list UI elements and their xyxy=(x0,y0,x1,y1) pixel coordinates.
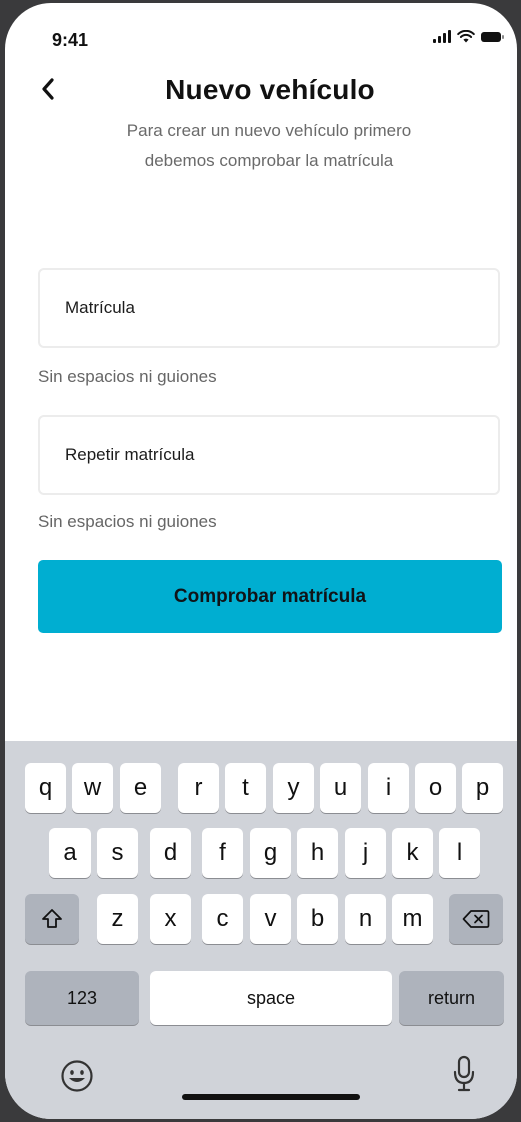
key-y[interactable]: y xyxy=(273,763,314,813)
shift-key[interactable] xyxy=(25,894,79,944)
key-n[interactable]: n xyxy=(345,894,386,944)
key-l[interactable]: l xyxy=(439,828,480,878)
microphone-icon[interactable] xyxy=(453,1055,475,1093)
key-j[interactable]: j xyxy=(345,828,386,878)
status-icons xyxy=(433,30,504,43)
key-v[interactable]: v xyxy=(250,894,291,944)
key-w[interactable]: w xyxy=(72,763,113,813)
wifi-icon xyxy=(457,30,475,43)
plate-input[interactable]: Matrícula xyxy=(38,268,500,348)
space-key[interactable]: space xyxy=(150,971,392,1025)
key-a[interactable]: a xyxy=(49,828,91,878)
key-q[interactable]: q xyxy=(25,763,66,813)
key-p[interactable]: p xyxy=(462,763,503,813)
numbers-key[interactable]: 123 xyxy=(25,971,139,1025)
key-i[interactable]: i xyxy=(368,763,409,813)
key-d[interactable]: d xyxy=(150,828,191,878)
key-u[interactable]: u xyxy=(320,763,361,813)
return-key[interactable]: return xyxy=(399,971,504,1025)
home-indicator xyxy=(182,1094,360,1100)
repeat-plate-hint: Sin espacios ni guiones xyxy=(38,512,217,531)
page-subtitle: Para crear un nuevo vehículo primero deb… xyxy=(65,116,473,176)
plate-hint: Sin espacios ni guiones xyxy=(38,367,217,386)
key-f[interactable]: f xyxy=(202,828,243,878)
key-b[interactable]: b xyxy=(297,894,338,944)
subtitle-line-2: debemos comprobar la matrícula xyxy=(144,151,394,170)
shift-arrow-icon xyxy=(42,909,62,928)
key-t[interactable]: t xyxy=(225,763,266,813)
cellular-signal-icon xyxy=(433,30,451,43)
check-plate-button[interactable]: Comprobar matrícula xyxy=(38,560,502,633)
backspace-icon xyxy=(462,910,490,928)
keyboard: q w e r t y u i o p a s d f g h j k l z … xyxy=(5,741,517,1119)
key-c[interactable]: c xyxy=(202,894,243,944)
key-x[interactable]: x xyxy=(150,894,191,944)
key-h[interactable]: h xyxy=(297,828,338,878)
key-g[interactable]: g xyxy=(250,828,291,878)
repeat-plate-input[interactable]: Repetir matrícula xyxy=(38,415,500,495)
emoji-face-icon[interactable] xyxy=(60,1059,94,1093)
key-e[interactable]: e xyxy=(120,763,161,813)
key-k[interactable]: k xyxy=(392,828,433,878)
plate-input-placeholder: Matrícula xyxy=(65,298,135,317)
page-title: Nuevo vehículo xyxy=(165,74,375,105)
key-r[interactable]: r xyxy=(178,763,219,813)
key-o[interactable]: o xyxy=(415,763,456,813)
battery-icon xyxy=(481,32,504,42)
status-time: 9:41 xyxy=(52,30,89,50)
key-s[interactable]: s xyxy=(97,828,138,878)
subtitle-line-1: Para crear un nuevo vehículo primero xyxy=(126,121,412,140)
phone-screen: 9:41 Nuevo vehículo Para crear un nuevo … xyxy=(5,3,517,1119)
delete-key[interactable] xyxy=(449,894,503,944)
key-m[interactable]: m xyxy=(392,894,433,944)
repeat-plate-input-placeholder: Repetir matrícula xyxy=(65,445,195,464)
key-z[interactable]: z xyxy=(97,894,138,944)
